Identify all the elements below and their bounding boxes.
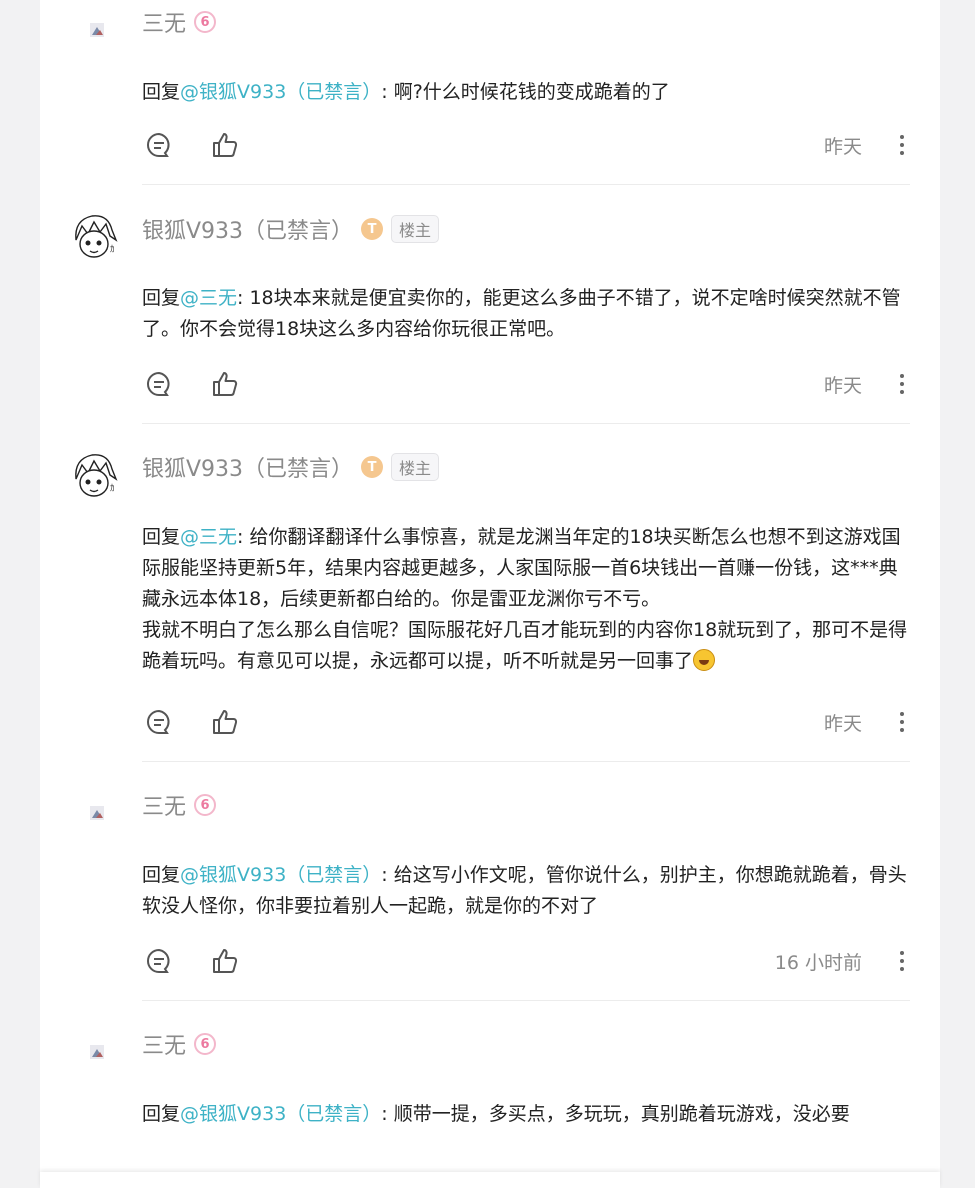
svg-text:ｶ: ｶ [110, 483, 115, 494]
reply-prefix: 回复 [142, 1103, 181, 1125]
comment-header: 三无 6 [142, 6, 217, 38]
username[interactable]: 银狐V933（已禁言） [142, 451, 353, 483]
mention-link[interactable]: @三无 [180, 526, 237, 548]
title-badge: T [361, 218, 384, 240]
reply-icon[interactable] [142, 128, 176, 162]
comment-time: 16 小时前 [774, 952, 862, 974]
comment-text: 回复@银狐V933（已禁言）: 顺带一提，多买点，多玩玩，真别跪着玩游戏，没必要 [142, 1099, 912, 1130]
comment-time: 昨天 [823, 713, 862, 735]
reply-prefix: 回复 [142, 81, 181, 103]
comment-header: 银狐V933（已禁言） T 楼主 [142, 451, 440, 483]
level-badge: 6 [194, 794, 217, 816]
comment-header: 三无 6 [142, 1028, 217, 1060]
comment-actions: 昨天 [142, 367, 912, 401]
divider [142, 1000, 910, 1001]
username[interactable]: 三无 [142, 1028, 186, 1060]
comment-header: 三无 6 [142, 789, 217, 821]
level-badge: 6 [194, 1033, 217, 1055]
op-tag: 楼主 [391, 215, 440, 243]
comment-content: 我就不明白了怎么那么自信呢？国际服花好几百才能玩到的内容你18就玩到了，那可不是… [142, 619, 908, 672]
mention-link[interactable]: @三无 [180, 287, 237, 309]
avatar[interactable]: ｶ [70, 210, 122, 262]
comment-text: 回复@三无: 18块本来就是便宜卖你的，能更这么多曲子不错了，说不定啥时候突然就… [142, 283, 912, 345]
comment-content: : 18块本来就是便宜卖你的，能更这么多曲子不错了，说不定啥时候突然就不管了。你… [142, 287, 901, 340]
laughing-emoji-icon [693, 649, 716, 671]
comment-actions: 昨天 [142, 128, 912, 162]
reply-icon[interactable] [142, 944, 176, 978]
comment-list: 三无 6 回复@银狐V933（已禁言）: 啊?什么时候花钱的变成跪着的了 昨天 [40, 0, 940, 1188]
avatar[interactable]: ｶ [70, 449, 122, 501]
more-icon[interactable] [894, 944, 910, 978]
avatar[interactable] [90, 1045, 104, 1059]
divider [142, 184, 910, 185]
svg-text:ｶ: ｶ [110, 244, 115, 255]
username[interactable]: 银狐V933（已禁言） [142, 213, 353, 245]
divider [142, 761, 910, 762]
level-badge: 6 [194, 11, 217, 33]
like-icon[interactable] [208, 705, 242, 739]
reply-prefix: 回复 [142, 526, 181, 548]
mention-link[interactable]: @银狐V933（已禁言） [180, 1103, 381, 1125]
avatar[interactable] [90, 23, 104, 37]
more-icon[interactable] [894, 705, 910, 739]
like-icon[interactable] [208, 944, 242, 978]
like-icon[interactable] [208, 367, 242, 401]
comment-content: : 给你翻译翻译什么事惊喜，就是龙渊当年定的18块买断怎么也想不到这游戏国际服能… [142, 526, 901, 610]
reply-icon[interactable] [142, 705, 176, 739]
comment-text: 回复@银狐V933（已禁言）: 啊?什么时候花钱的变成跪着的了 [142, 77, 912, 108]
title-badge: T [361, 456, 384, 478]
more-icon[interactable] [894, 128, 910, 162]
like-icon[interactable] [208, 128, 242, 162]
reply-prefix: 回复 [142, 287, 181, 309]
comment-time: 昨天 [823, 375, 862, 397]
comment-actions: 16 小时前 [142, 944, 912, 978]
comment-text: 回复@银狐V933（已禁言）: 给这写小作文呢，管你说什么，别护主，你想跪就跪着… [142, 860, 912, 922]
reply-icon[interactable] [142, 367, 176, 401]
comment-actions: 昨天 [142, 705, 912, 739]
comment-content: : 顺带一提，多买点，多玩玩，真别跪着玩游戏，没必要 [381, 1103, 850, 1125]
comment-time: 昨天 [823, 136, 862, 158]
more-icon[interactable] [894, 367, 910, 401]
op-tag: 楼主 [391, 453, 440, 481]
comment-header: 银狐V933（已禁言） T 楼主 [142, 213, 440, 245]
bottom-input-bar [40, 1172, 940, 1188]
mention-link[interactable]: @银狐V933（已禁言） [180, 864, 381, 886]
username[interactable]: 三无 [142, 789, 186, 821]
comment-content: : 啊?什么时候花钱的变成跪着的了 [381, 81, 670, 103]
mention-link[interactable]: @银狐V933（已禁言） [180, 81, 381, 103]
username[interactable]: 三无 [142, 6, 186, 38]
divider [142, 423, 910, 424]
comment-text: 回复@三无: 给你翻译翻译什么事惊喜，就是龙渊当年定的18块买断怎么也想不到这游… [142, 522, 912, 677]
reply-prefix: 回复 [142, 864, 181, 886]
avatar[interactable] [90, 806, 104, 820]
